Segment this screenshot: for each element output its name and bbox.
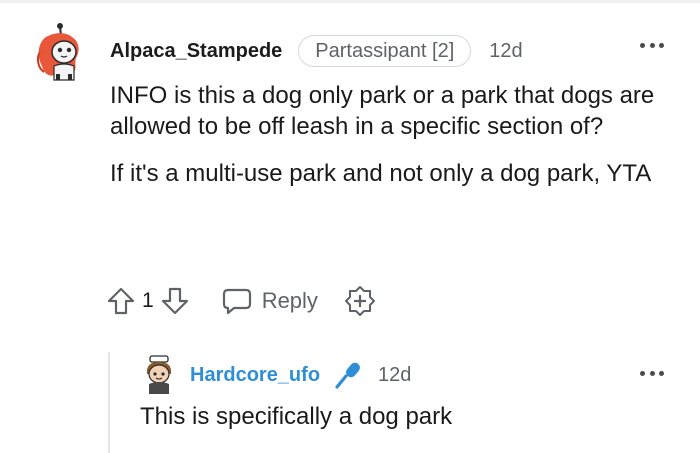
thread-line[interactable] [108,352,110,453]
more-options-icon[interactable] [640,40,664,50]
comment-author[interactable]: Alpaca_Stampede [110,40,282,63]
reply-timestamp: 12d [378,363,412,386]
comment-paragraph: If it's a multi-use park and not only a … [110,160,652,187]
award-plus-icon[interactable] [344,285,376,317]
vote-count: 1 [142,289,154,312]
reply-body: This is specifically a dog park [140,403,453,430]
comment-timestamp: 12d [489,39,523,62]
downvote-arrow-icon[interactable] [160,286,190,316]
comment-meta: Alpaca_Stampede Partassipant [2] 12d [110,35,523,67]
user-avatar[interactable] [34,22,86,82]
upvote-arrow-icon[interactable] [106,286,136,316]
comment: Alpaca_Stampede Partassipant [2] 12d INF… [0,0,700,453]
reply-label: Reply [261,288,318,313]
comment-actions: 1 Reply [106,284,376,318]
reply-user-avatar[interactable] [140,354,178,394]
reply-meta: Hardcore_ufo 12d [190,360,411,390]
speech-bubble-icon [222,288,251,315]
comment-body: INFO is this a dog only park or a park t… [110,80,670,189]
reply-author[interactable]: Hardcore_ufo [190,364,320,387]
user-flair: Partassipant [2] [298,35,472,67]
microphone-icon [335,362,360,389]
comment-paragraph: INFO is this a dog only park or a park t… [110,82,655,140]
reply-button[interactable]: Reply [222,287,318,315]
more-options-icon[interactable] [640,368,664,378]
